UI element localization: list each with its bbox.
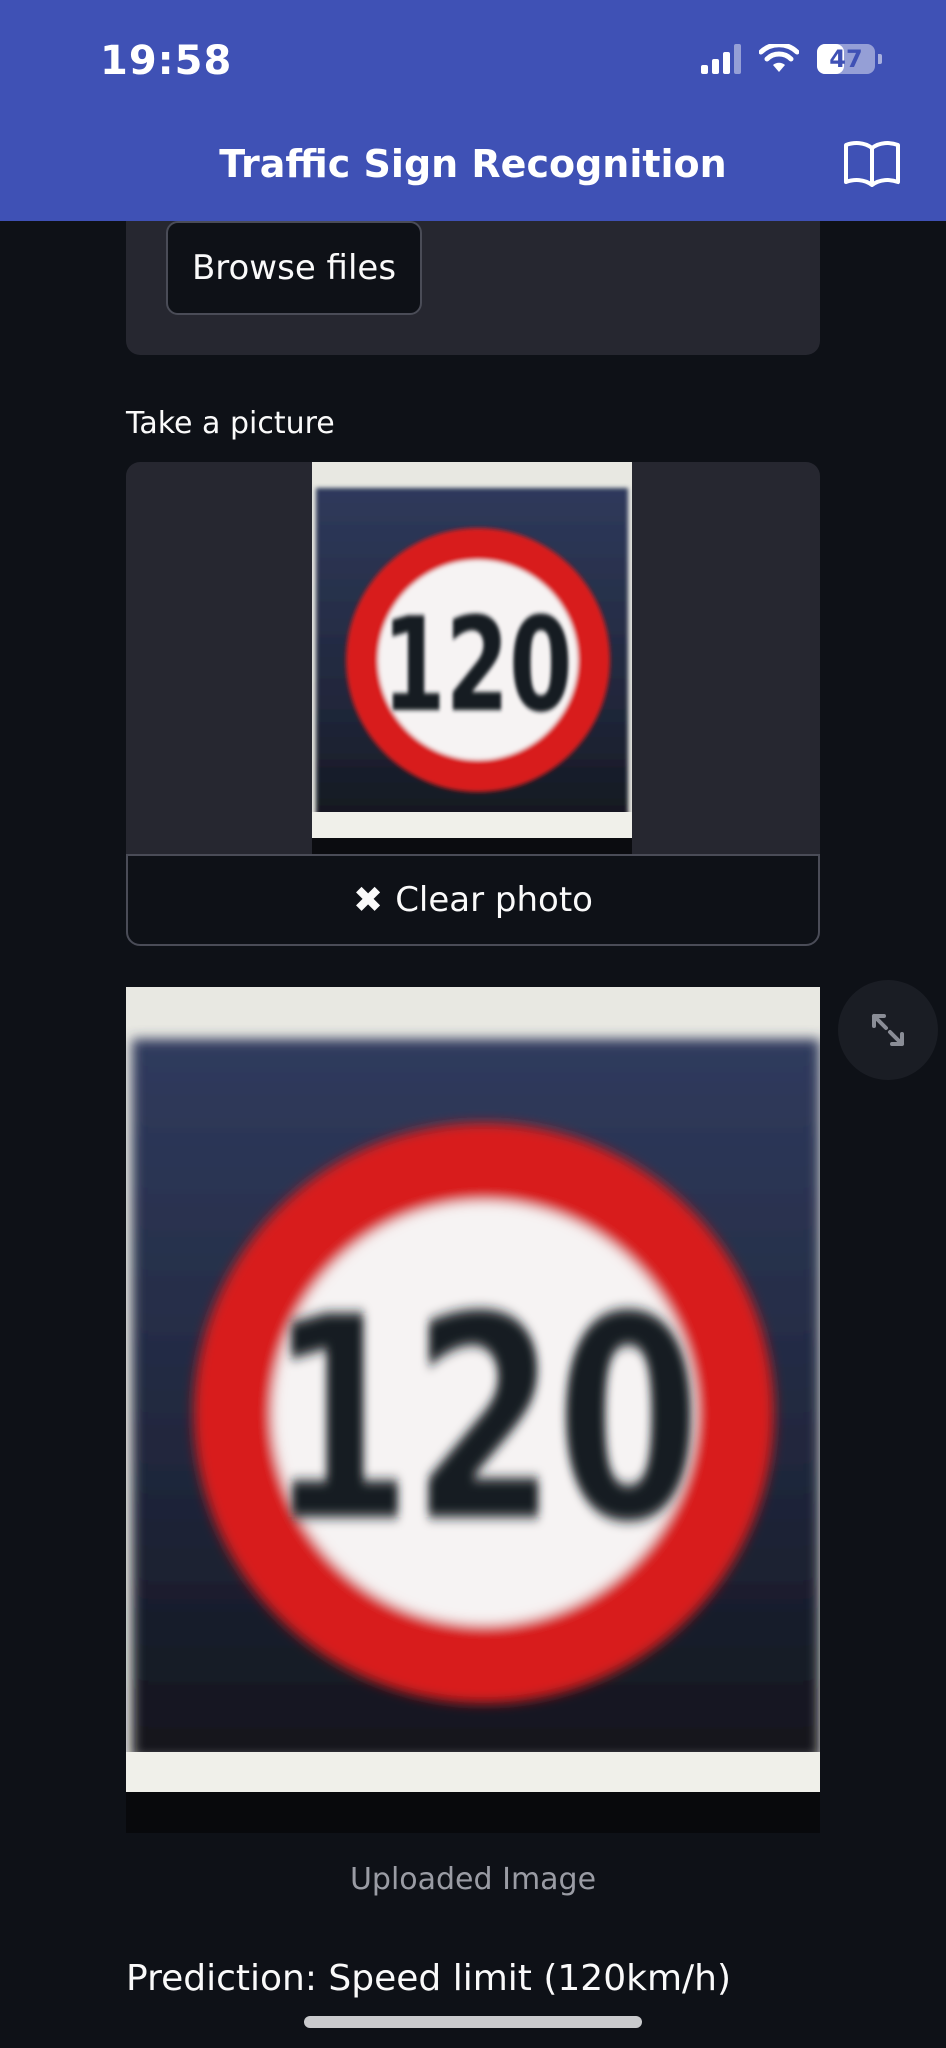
- battery-group: 47: [817, 44, 882, 74]
- close-icon: ✖: [353, 879, 384, 921]
- cellular-signal-icon: [701, 44, 741, 74]
- status-icons: 47: [701, 44, 882, 74]
- home-indicator: [304, 2016, 642, 2028]
- battery-level: 47: [829, 45, 863, 73]
- speed-limit-number-large: 120: [268, 1258, 701, 1584]
- fullscreen-icon: [872, 1014, 904, 1046]
- speed-limit-number: 120: [382, 591, 572, 742]
- battery-icon: 47: [817, 44, 875, 74]
- camera-input-label: Take a picture: [126, 406, 335, 441]
- app-header: 19:58 47 Traffic Sign Recognition: [0, 0, 946, 221]
- status-time: 19:58: [100, 38, 233, 84]
- uploaded-image: 120: [126, 987, 820, 1833]
- prediction-text: Prediction: Speed limit (120km/h): [126, 1958, 732, 1999]
- app-screen: 19:58 47 Traffic Sign Recognition Browse…: [0, 0, 946, 2048]
- camera-preview: 120: [126, 462, 820, 854]
- page-title: Traffic Sign Recognition: [219, 142, 727, 186]
- clear-photo-button[interactable]: ✖ Clear photo: [126, 854, 820, 946]
- browse-files-button[interactable]: Browse files: [166, 221, 422, 315]
- wifi-icon: [759, 44, 799, 72]
- fullscreen-button[interactable]: [838, 980, 938, 1080]
- book-icon[interactable]: [842, 138, 902, 190]
- captured-photo-thumbnail: 120: [312, 462, 632, 854]
- clear-photo-label: Clear photo: [395, 880, 593, 920]
- image-caption: Uploaded Image: [349, 1862, 597, 1897]
- file-uploader: Browse files: [126, 221, 820, 355]
